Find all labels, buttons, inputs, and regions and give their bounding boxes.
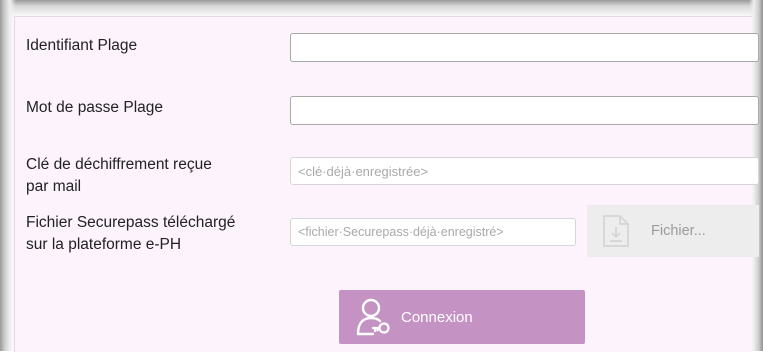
identifiant-input[interactable] bbox=[290, 33, 759, 62]
connect-button[interactable]: Connexion bbox=[339, 290, 585, 344]
decryption-key-input[interactable]: <clé·déjà·enregistrée> bbox=[290, 157, 759, 185]
securepass-file-label-line2: sur la plateforme e-PH bbox=[26, 236, 182, 253]
securepass-file-label-line1: Fichier Securepass téléchargé bbox=[26, 214, 236, 231]
user-key-icon bbox=[356, 298, 390, 336]
file-browse-button[interactable]: Fichier... bbox=[587, 205, 759, 257]
decryption-key-label-line2: par mail bbox=[26, 178, 82, 195]
securepass-file-label: Fichier Securepass téléchargé sur la pla… bbox=[26, 212, 235, 256]
identifiant-label: Identifiant Plage bbox=[26, 37, 138, 54]
file-upload-icon bbox=[603, 215, 629, 247]
password-input[interactable] bbox=[290, 96, 759, 125]
securepass-file-input[interactable]: <fichier·Securepass·déjà·enregistré> bbox=[290, 218, 576, 246]
decryption-key-label: Clé de déchiffrement reçue par mail bbox=[26, 154, 212, 198]
file-browse-button-label: Fichier... bbox=[651, 223, 706, 239]
connect-button-label: Connexion bbox=[401, 308, 473, 326]
password-label: Mot de passe Plage bbox=[26, 99, 164, 116]
decryption-key-label-line1: Clé de déchiffrement reçue bbox=[26, 156, 212, 173]
